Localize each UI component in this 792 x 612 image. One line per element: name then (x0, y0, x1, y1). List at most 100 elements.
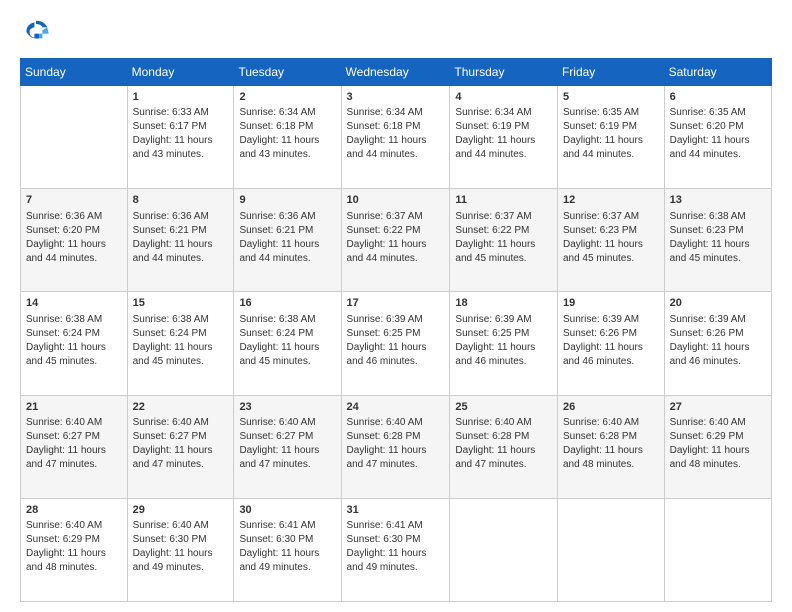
sunrise: Sunrise: 6:40 AM (347, 417, 423, 428)
day-number: 17 (347, 296, 445, 311)
calendar-cell: 11 Sunrise: 6:37 AM Sunset: 6:22 PM Dayl… (450, 189, 558, 292)
sunset: Sunset: 6:20 PM (26, 225, 100, 236)
daylight: Daylight: 11 hours and 45 minutes. (239, 342, 319, 367)
sunset: Sunset: 6:30 PM (239, 534, 313, 545)
sunset: Sunset: 6:27 PM (239, 431, 313, 442)
calendar-cell: 26 Sunrise: 6:40 AM Sunset: 6:28 PM Dayl… (557, 395, 664, 498)
sunset: Sunset: 6:18 PM (239, 121, 313, 132)
day-number: 29 (133, 503, 229, 518)
day-number: 20 (670, 296, 766, 311)
sunset: Sunset: 6:21 PM (133, 225, 207, 236)
header (20, 16, 772, 48)
sunset: Sunset: 6:27 PM (133, 431, 207, 442)
day-header-friday: Friday (557, 59, 664, 86)
day-number: 10 (347, 193, 445, 208)
daylight: Daylight: 11 hours and 48 minutes. (563, 445, 643, 470)
sunset: Sunset: 6:22 PM (455, 225, 529, 236)
day-header-tuesday: Tuesday (234, 59, 341, 86)
sunrise: Sunrise: 6:33 AM (133, 107, 209, 118)
calendar-cell: 16 Sunrise: 6:38 AM Sunset: 6:24 PM Dayl… (234, 292, 341, 395)
sunset: Sunset: 6:28 PM (347, 431, 421, 442)
daylight: Daylight: 11 hours and 44 minutes. (133, 239, 213, 264)
daylight: Daylight: 11 hours and 49 minutes. (133, 548, 213, 573)
calendar-cell: 4 Sunrise: 6:34 AM Sunset: 6:19 PM Dayli… (450, 86, 558, 189)
sunrise: Sunrise: 6:40 AM (26, 417, 102, 428)
calendar-cell: 30 Sunrise: 6:41 AM Sunset: 6:30 PM Dayl… (234, 498, 341, 601)
week-row-1: 7 Sunrise: 6:36 AM Sunset: 6:20 PM Dayli… (21, 189, 772, 292)
day-number: 12 (563, 193, 659, 208)
calendar-cell (664, 498, 771, 601)
day-header-monday: Monday (127, 59, 234, 86)
calendar-cell (21, 86, 128, 189)
daylight: Daylight: 11 hours and 44 minutes. (26, 239, 106, 264)
sunset: Sunset: 6:19 PM (563, 121, 637, 132)
day-number: 14 (26, 296, 122, 311)
sunrise: Sunrise: 6:38 AM (133, 314, 209, 325)
calendar-cell: 15 Sunrise: 6:38 AM Sunset: 6:24 PM Dayl… (127, 292, 234, 395)
sunrise: Sunrise: 6:39 AM (455, 314, 531, 325)
daylight: Daylight: 11 hours and 44 minutes. (347, 239, 427, 264)
sunset: Sunset: 6:20 PM (670, 121, 744, 132)
calendar-cell: 1 Sunrise: 6:33 AM Sunset: 6:17 PM Dayli… (127, 86, 234, 189)
daylight: Daylight: 11 hours and 47 minutes. (26, 445, 106, 470)
daylight: Daylight: 11 hours and 49 minutes. (347, 548, 427, 573)
calendar-cell: 29 Sunrise: 6:40 AM Sunset: 6:30 PM Dayl… (127, 498, 234, 601)
calendar-cell: 23 Sunrise: 6:40 AM Sunset: 6:27 PM Dayl… (234, 395, 341, 498)
calendar: SundayMondayTuesdayWednesdayThursdayFrid… (20, 58, 772, 602)
day-number: 19 (563, 296, 659, 311)
week-row-3: 21 Sunrise: 6:40 AM Sunset: 6:27 PM Dayl… (21, 395, 772, 498)
sunset: Sunset: 6:28 PM (563, 431, 637, 442)
day-number: 26 (563, 400, 659, 415)
sunset: Sunset: 6:26 PM (670, 328, 744, 339)
day-number: 22 (133, 400, 229, 415)
week-row-4: 28 Sunrise: 6:40 AM Sunset: 6:29 PM Dayl… (21, 498, 772, 601)
daylight: Daylight: 11 hours and 45 minutes. (455, 239, 535, 264)
sunrise: Sunrise: 6:34 AM (347, 107, 423, 118)
calendar-cell: 3 Sunrise: 6:34 AM Sunset: 6:18 PM Dayli… (341, 86, 450, 189)
sunset: Sunset: 6:26 PM (563, 328, 637, 339)
sunrise: Sunrise: 6:34 AM (239, 107, 315, 118)
day-number: 21 (26, 400, 122, 415)
calendar-cell: 25 Sunrise: 6:40 AM Sunset: 6:28 PM Dayl… (450, 395, 558, 498)
sunset: Sunset: 6:23 PM (670, 225, 744, 236)
calendar-cell (450, 498, 558, 601)
sunrise: Sunrise: 6:37 AM (563, 211, 639, 222)
calendar-cell: 2 Sunrise: 6:34 AM Sunset: 6:18 PM Dayli… (234, 86, 341, 189)
sunset: Sunset: 6:17 PM (133, 121, 207, 132)
sunrise: Sunrise: 6:36 AM (133, 211, 209, 222)
day-number: 11 (455, 193, 552, 208)
day-header-saturday: Saturday (664, 59, 771, 86)
sunset: Sunset: 6:21 PM (239, 225, 313, 236)
day-header-thursday: Thursday (450, 59, 558, 86)
sunrise: Sunrise: 6:35 AM (670, 107, 746, 118)
sunrise: Sunrise: 6:41 AM (347, 520, 423, 531)
sunrise: Sunrise: 6:40 AM (670, 417, 746, 428)
calendar-cell: 14 Sunrise: 6:38 AM Sunset: 6:24 PM Dayl… (21, 292, 128, 395)
sunset: Sunset: 6:24 PM (133, 328, 207, 339)
day-number: 16 (239, 296, 335, 311)
day-number: 8 (133, 193, 229, 208)
day-number: 15 (133, 296, 229, 311)
calendar-cell: 12 Sunrise: 6:37 AM Sunset: 6:23 PM Dayl… (557, 189, 664, 292)
sunrise: Sunrise: 6:40 AM (26, 520, 102, 531)
sunrise: Sunrise: 6:39 AM (347, 314, 423, 325)
calendar-cell: 7 Sunrise: 6:36 AM Sunset: 6:20 PM Dayli… (21, 189, 128, 292)
sunrise: Sunrise: 6:41 AM (239, 520, 315, 531)
calendar-cell: 27 Sunrise: 6:40 AM Sunset: 6:29 PM Dayl… (664, 395, 771, 498)
calendar-cell: 17 Sunrise: 6:39 AM Sunset: 6:25 PM Dayl… (341, 292, 450, 395)
daylight: Daylight: 11 hours and 43 minutes. (239, 135, 319, 160)
logo-area (20, 16, 56, 48)
day-number: 13 (670, 193, 766, 208)
day-number: 31 (347, 503, 445, 518)
sunset: Sunset: 6:30 PM (347, 534, 421, 545)
daylight: Daylight: 11 hours and 47 minutes. (133, 445, 213, 470)
daylight: Daylight: 11 hours and 44 minutes. (239, 239, 319, 264)
day-number: 5 (563, 90, 659, 105)
sunset: Sunset: 6:25 PM (455, 328, 529, 339)
calendar-cell: 31 Sunrise: 6:41 AM Sunset: 6:30 PM Dayl… (341, 498, 450, 601)
daylight: Daylight: 11 hours and 47 minutes. (347, 445, 427, 470)
sunset: Sunset: 6:29 PM (670, 431, 744, 442)
daylight: Daylight: 11 hours and 44 minutes. (563, 135, 643, 160)
day-number: 7 (26, 193, 122, 208)
daylight: Daylight: 11 hours and 46 minutes. (455, 342, 535, 367)
